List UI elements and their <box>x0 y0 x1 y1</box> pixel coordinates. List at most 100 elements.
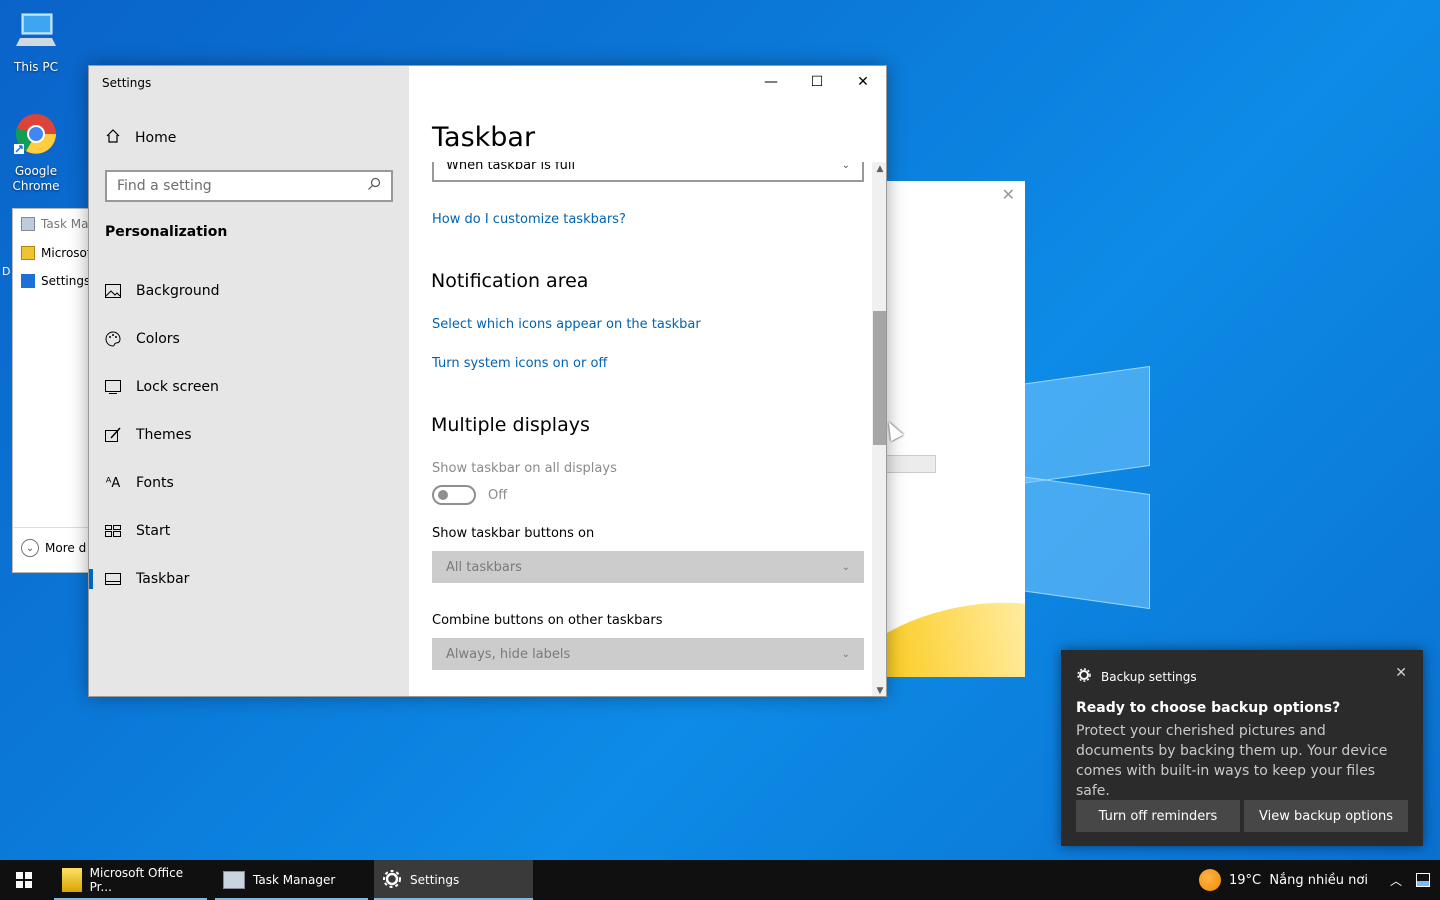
show-all-displays-toggle-row: Off <box>432 485 507 505</box>
close-icon[interactable]: ✕ <box>1002 185 1015 204</box>
more-details-button[interactable]: ⌄ More d <box>21 539 86 557</box>
backup-toast[interactable]: Backup settings ✕ Ready to choose backup… <box>1061 650 1423 846</box>
close-icon[interactable]: ✕ <box>1395 665 1407 681</box>
nav-item-lock-screen[interactable]: Lock screen <box>89 367 409 407</box>
nav-item-label: Lock screen <box>136 379 219 395</box>
scrollable-content[interactable]: When taskbar is full ⌄ How do I customiz… <box>409 162 886 696</box>
chrome-icon <box>0 112 72 160</box>
nav-item-fonts[interactable]: ᴬA Fonts <box>89 463 409 503</box>
toast-title: Ready to choose backup options? <box>1076 700 1341 716</box>
scroll-up-icon[interactable]: ▲ <box>872 162 886 176</box>
buttons-on-dropdown[interactable]: All taskbars ⌄ <box>432 551 864 583</box>
toast-app-name: Backup settings <box>1101 669 1197 684</box>
weather-text[interactable]: 19°C Nắng nhiều nơi <box>1229 873 1368 888</box>
chevron-down-icon: ⌄ <box>841 561 850 573</box>
home-icon <box>105 128 121 148</box>
progress-bar <box>885 455 936 473</box>
start-grid-icon <box>105 523 121 539</box>
desktop-icon-label: This PC <box>14 60 58 74</box>
taskbar-app-label: Microsoft Office Pr... <box>89 866 184 894</box>
chevron-down-icon: ⌄ <box>21 539 39 557</box>
combine-other-dropdown[interactable]: Always, hide labels ⌄ <box>432 638 864 670</box>
notification-icon[interactable] <box>1416 873 1430 887</box>
start-button[interactable] <box>0 860 48 900</box>
settings-content-pane: Taskbar When taskbar is full ⌄ How do I … <box>409 66 886 696</box>
nav-item-label: Taskbar <box>136 571 190 587</box>
weather-icon[interactable] <box>1199 869 1222 891</box>
show-all-displays-toggle[interactable] <box>432 485 476 505</box>
dropdown-value: Always, hide labels <box>446 646 571 662</box>
dropdown-value: All taskbars <box>446 559 522 575</box>
tm-item-label: Settings <box>41 274 91 288</box>
desktop-icon-chrome[interactable]: Google Chrome <box>0 112 72 194</box>
nav-item-colors[interactable]: Colors <box>89 319 409 359</box>
search-input[interactable]: Find a setting <box>105 170 393 202</box>
task-manager-icon <box>223 871 245 889</box>
nav-item-label: Fonts <box>136 475 174 491</box>
nav-item-label: Themes <box>136 427 192 443</box>
chevron-up-icon[interactable]: ︿ <box>1390 872 1402 889</box>
window-caption-buttons: — ☐ ✕ <box>748 66 886 98</box>
combine-buttons-dropdown[interactable]: When taskbar is full ⌄ <box>432 162 864 182</box>
nav-section-heading: Personalization <box>105 224 228 240</box>
windows-icon <box>16 872 32 888</box>
windows-logo-wallpaper <box>1020 345 1160 615</box>
tm-item-label: Microsof <box>41 246 92 260</box>
show-all-displays-label: Show taskbar on all displays <box>432 461 617 476</box>
combine-other-label: Combine buttons on other taskbars <box>432 613 663 628</box>
maximize-button[interactable]: ☐ <box>794 66 840 98</box>
picture-icon <box>105 283 121 299</box>
nav-item-taskbar[interactable]: Taskbar <box>89 559 409 599</box>
more-details-label: More d <box>45 541 87 555</box>
customize-taskbars-link[interactable]: How do I customize taskbars? <box>432 212 626 227</box>
nav-home[interactable]: Home <box>105 128 176 148</box>
taskbar-app-task-manager[interactable]: Task Manager <box>215 860 368 900</box>
font-icon: ᴬA <box>105 475 121 491</box>
window-title: Settings <box>102 76 152 90</box>
toggle-state-label: Off <box>488 487 508 503</box>
chevron-down-icon: ⌄ <box>841 648 850 660</box>
settings-gear-icon <box>21 274 35 288</box>
office-window[interactable]: ✕ <box>885 181 1025 677</box>
desktop-partial-label: D <box>2 265 11 278</box>
office-installer-icon <box>62 868 82 892</box>
taskbar-icon <box>105 571 121 587</box>
page-title: Taskbar <box>432 122 536 153</box>
office-icon <box>21 246 35 260</box>
monitor-icon <box>105 379 121 395</box>
view-backup-options-button[interactable]: View backup options <box>1244 800 1408 832</box>
settings-nav-pane: Settings Home Find a setting Personaliza… <box>89 66 409 696</box>
toast-header: Backup settings <box>1077 668 1197 685</box>
taskbar-app-office[interactable]: Microsoft Office Pr... <box>54 860 207 900</box>
task-manager-icon <box>21 217 35 231</box>
scroll-down-icon[interactable]: ▼ <box>872 684 886 696</box>
turn-off-reminders-button[interactable]: Turn off reminders <box>1076 800 1240 832</box>
notification-area-heading: Notification area <box>431 270 589 292</box>
minimize-button[interactable]: — <box>748 66 794 98</box>
taskbar-app-settings[interactable]: Settings <box>374 860 533 900</box>
settings-gear-icon <box>1077 668 1091 685</box>
nav-item-themes[interactable]: Themes <box>89 415 409 455</box>
settings-window[interactable]: Settings Home Find a setting Personaliza… <box>88 65 887 697</box>
taskbar-app-label: Task Manager <box>253 873 336 887</box>
close-button[interactable]: ✕ <box>840 66 886 98</box>
system-tray: 19°C Nắng nhiều nơi ︿ <box>1199 860 1440 900</box>
select-icons-link[interactable]: Select which icons appear on the taskbar <box>432 317 701 332</box>
settings-gear-icon <box>382 869 402 892</box>
system-icons-link[interactable]: Turn system icons on or off <box>432 356 607 371</box>
office-swoosh-graphic <box>885 583 1025 677</box>
nav-item-label: Background <box>136 283 220 299</box>
toast-body: Protect your cherished pictures and docu… <box>1076 723 1388 799</box>
taskbar-app-label: Settings <box>410 873 460 887</box>
desktop-icon-this-pc[interactable]: This PC <box>0 10 72 75</box>
nav-item-background[interactable]: Background <box>89 271 409 311</box>
brush-icon <box>105 427 121 443</box>
search-icon <box>367 177 381 195</box>
taskbar: Microsoft Office Pr... Task Manager Sett… <box>0 860 1440 900</box>
nav-item-label: Start <box>136 523 171 539</box>
search-placeholder: Find a setting <box>117 178 212 194</box>
multiple-displays-heading: Multiple displays <box>431 414 590 436</box>
computer-icon <box>0 10 72 56</box>
palette-icon <box>105 331 121 347</box>
nav-item-start[interactable]: Start <box>89 511 409 551</box>
